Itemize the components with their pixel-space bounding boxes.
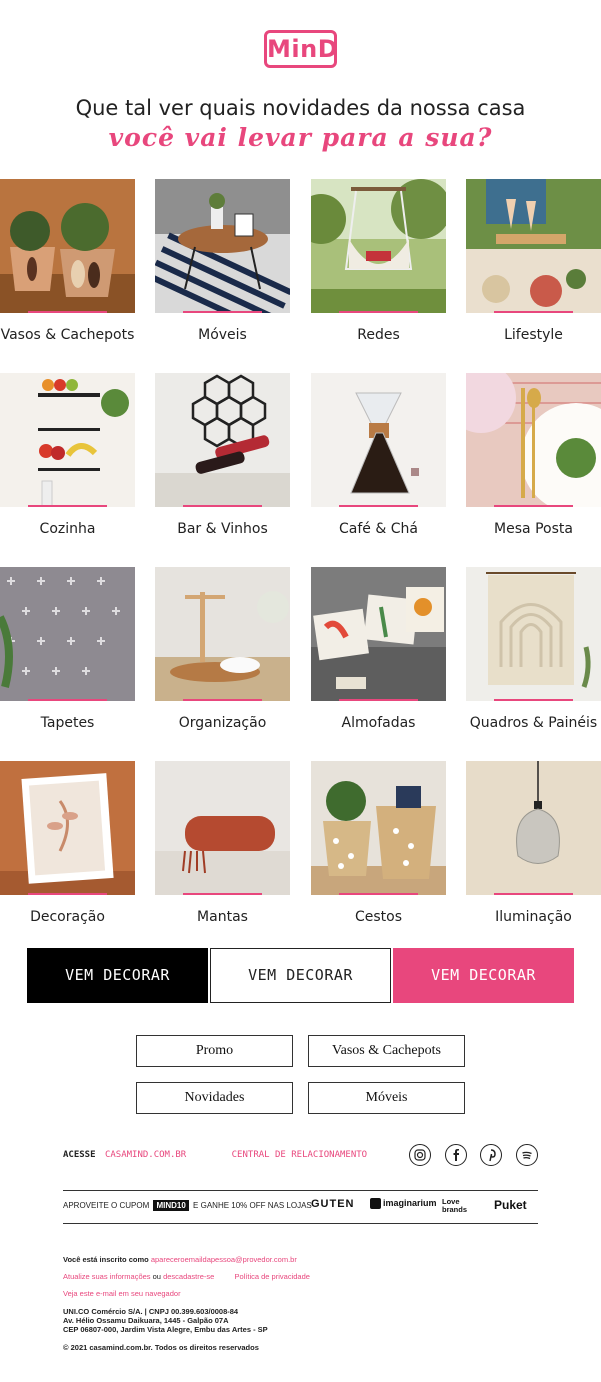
manage-line: Atualize suas informações ou descadastre…: [63, 1272, 310, 1281]
tapetes-image[interactable]: [0, 567, 135, 701]
quadros-image[interactable]: [466, 567, 601, 701]
category-label[interactable]: Cozinha: [0, 521, 145, 537]
brand-imaginarium[interactable]: imaginarium: [370, 1198, 437, 1210]
site-link[interactable]: CASAMIND.COM.BR: [105, 1150, 186, 1160]
company-line-1: UNI.CO Comércio S/A. | CNPJ 00.399.603/0…: [63, 1307, 239, 1316]
unsubscribe-link[interactable]: descadastre-se: [163, 1272, 214, 1281]
category-quadros[interactable]: Quadros & Painéis: [466, 567, 601, 731]
category-iluminacao[interactable]: Iluminação: [466, 761, 601, 925]
category-mantas[interactable]: Mantas: [155, 761, 290, 925]
tagline: você vai levar para a sua?: [108, 123, 493, 152]
subscribed-prefix: Você está inscrito como: [63, 1255, 149, 1264]
brand-puket[interactable]: Puket: [494, 1198, 527, 1212]
decoracao-image[interactable]: [0, 761, 135, 895]
category-cozinha[interactable]: Cozinha: [0, 373, 135, 537]
pill-promo[interactable]: Promo: [136, 1035, 293, 1067]
pill-novidades[interactable]: Novidades: [136, 1082, 293, 1114]
category-cestos[interactable]: Cestos: [311, 761, 446, 925]
bar-vinhos-image[interactable]: [155, 373, 290, 507]
central-link[interactable]: CENTRAL DE RELACIONAMENTO: [232, 1150, 367, 1160]
almofadas-image[interactable]: [311, 567, 446, 701]
subscriber-email[interactable]: apareceroemaildapessoa@provedor.com.br: [151, 1255, 297, 1264]
headline: Que tal ver quais novidades da nossa cas…: [75, 96, 526, 120]
category-lifestyle[interactable]: Lifestyle: [466, 179, 601, 343]
category-vasos[interactable]: Vasos & Cachepots: [0, 179, 135, 343]
redes-image[interactable]: [311, 179, 446, 313]
divider-top: [63, 1190, 538, 1191]
promo-prefix: APROVEITE O CUPOM: [63, 1201, 150, 1210]
iluminacao-image[interactable]: [466, 761, 601, 895]
company-line-2: Av. Hélio Ossamu Daikuara, 1445 - Galpão…: [63, 1316, 229, 1325]
browser-link[interactable]: Veja este e-mail em seu navegador: [63, 1289, 181, 1298]
pill-vasos-cachepots[interactable]: Vasos & Cachepots: [308, 1035, 465, 1067]
category-label[interactable]: Vasos & Cachepots: [0, 327, 145, 343]
moveis-image[interactable]: [155, 179, 290, 313]
category-label[interactable]: Tapetes: [0, 715, 145, 731]
promo-suffix: E GANHE 10% OFF NAS LOJAS: [193, 1201, 312, 1210]
category-label[interactable]: Lifestyle: [456, 327, 601, 343]
brand-love-brands[interactable]: Love brands: [442, 1198, 484, 1214]
copyright: © 2021 casamind.com.br. Todos os direito…: [63, 1343, 259, 1352]
mesa-posta-image[interactable]: [466, 373, 601, 507]
category-label[interactable]: Bar & Vinhos: [145, 521, 300, 537]
pinterest-icon[interactable]: [480, 1144, 502, 1166]
category-almofadas[interactable]: Almofadas: [311, 567, 446, 731]
brand-guten[interactable]: GUTEN: [311, 1198, 355, 1210]
update-info-link[interactable]: Atualize suas informações: [63, 1272, 151, 1281]
category-bar-vinhos[interactable]: Bar & Vinhos: [155, 373, 290, 537]
brand-label: imaginarium: [383, 1198, 437, 1208]
subscribed-line: Você está inscrito como apareceroemailda…: [63, 1255, 297, 1264]
or-text: ou: [152, 1272, 161, 1281]
lifestyle-image[interactable]: [466, 179, 601, 313]
category-tapetes[interactable]: Tapetes: [0, 567, 135, 731]
mind-logo[interactable]: MinD: [264, 30, 338, 68]
category-decoracao[interactable]: Decoração: [0, 761, 135, 925]
pill-moveis[interactable]: Móveis: [308, 1082, 465, 1114]
category-label[interactable]: Cestos: [301, 909, 456, 925]
category-redes[interactable]: Redes: [311, 179, 446, 343]
instagram-icon[interactable]: [409, 1144, 431, 1166]
acesse-label: ACESSE: [63, 1150, 96, 1160]
category-moveis[interactable]: Móveis: [155, 179, 290, 343]
coupon-code: MIND10: [153, 1200, 189, 1211]
category-mesa-posta[interactable]: Mesa Posta: [466, 373, 601, 537]
cafe-cha-image[interactable]: [311, 373, 446, 507]
category-label[interactable]: Iluminação: [456, 909, 601, 925]
category-label[interactable]: Quadros & Painéis: [456, 715, 601, 731]
cta-button-pink[interactable]: VEM DECORAR: [393, 948, 574, 1003]
cozinha-image[interactable]: [0, 373, 135, 507]
category-label[interactable]: Almofadas: [301, 715, 456, 731]
footer-links: ACESSE CASAMIND.COM.BR CENTRAL DE RELACI…: [63, 1150, 367, 1160]
category-label[interactable]: Organização: [145, 715, 300, 731]
mantas-image[interactable]: [155, 761, 290, 895]
category-label[interactable]: Redes: [301, 327, 456, 343]
cta-button-black[interactable]: VEM DECORAR: [27, 948, 208, 1003]
privacy-link[interactable]: Política de privacidade: [234, 1272, 309, 1281]
organizacao-image[interactable]: [155, 567, 290, 701]
category-organizacao[interactable]: Organização: [155, 567, 290, 731]
facebook-icon[interactable]: [445, 1144, 467, 1166]
cestos-image[interactable]: [311, 761, 446, 895]
coupon-promo: APROVEITE O CUPOM MIND10 E GANHE 10% OFF…: [63, 1200, 312, 1211]
category-label[interactable]: Mantas: [145, 909, 300, 925]
category-label[interactable]: Decoração: [0, 909, 145, 925]
category-label[interactable]: Mesa Posta: [456, 521, 601, 537]
divider-bottom: [63, 1223, 538, 1224]
spotify-icon[interactable]: [516, 1144, 538, 1166]
category-label[interactable]: Café & Chá: [301, 521, 456, 537]
category-cafe-cha[interactable]: Café & Chá: [311, 373, 446, 537]
company-line-3: CEP 06807-000, Jardim Vista Alegre, Embu…: [63, 1325, 268, 1334]
vasos-image[interactable]: [0, 179, 135, 313]
cta-button-white[interactable]: VEM DECORAR: [210, 948, 391, 1003]
category-label[interactable]: Móveis: [145, 327, 300, 343]
